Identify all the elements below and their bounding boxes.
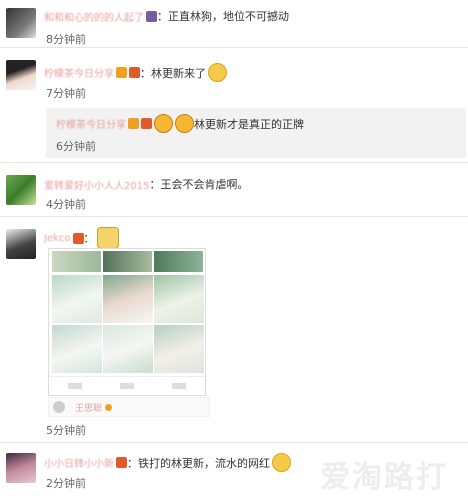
reply-box: 柠檬茶今日分享 林更新才是真正的正牌 6分钟前	[46, 108, 466, 158]
username[interactable]: 爱转爱好小小人人2015	[44, 177, 149, 192]
timestamp: 7分钟前	[46, 87, 86, 100]
member-badge-icon	[146, 10, 157, 22]
vip-badge-icon	[129, 67, 140, 78]
vip-badge-icon	[116, 457, 127, 468]
cat-emoji-icon	[96, 227, 119, 249]
watermark: 爱淘路打	[320, 460, 448, 495]
comment-1: 和和和心的的的人起了 ：正直林狗，地位不可撼动 8分钟前	[0, 0, 468, 46]
laugh-emoji-icon	[154, 114, 173, 133]
avatar[interactable]	[6, 175, 36, 205]
username[interactable]: Jekco	[44, 233, 71, 244]
photo[interactable]	[154, 275, 204, 323]
photo[interactable]	[52, 325, 102, 373]
laugh-emoji-icon	[175, 114, 194, 133]
avatar[interactable]	[6, 60, 36, 90]
photo[interactable]	[52, 275, 102, 323]
share-icon[interactable]	[68, 383, 82, 389]
avatar[interactable]	[6, 229, 36, 259]
username[interactable]: 柠檬茶今日分享	[44, 65, 114, 80]
member-badge-icon	[116, 67, 127, 78]
vip-badge-icon	[72, 232, 84, 244]
photo[interactable]	[154, 251, 203, 272]
photo[interactable]	[103, 275, 153, 323]
avatar[interactable]	[6, 453, 36, 483]
comment-text: 林更新才是真正的正牌	[194, 117, 304, 131]
timestamp: 6分钟前	[56, 140, 96, 153]
like-icon[interactable]	[172, 383, 186, 389]
timestamp: 2分钟前	[46, 477, 86, 490]
profile-card[interactable]: 王思聪	[48, 397, 210, 417]
member-badge-icon	[128, 118, 139, 129]
comment-icon[interactable]	[120, 383, 134, 389]
username[interactable]: 小小日转小小新	[44, 455, 114, 470]
timestamp: 5分钟前	[46, 424, 86, 437]
username[interactable]: 柠檬茶今日分享	[56, 116, 126, 131]
comment-text: ：林更新来了	[140, 66, 206, 80]
vip-badge-icon	[141, 118, 152, 129]
photo[interactable]	[154, 325, 204, 373]
photo[interactable]	[103, 325, 153, 373]
thumbs-emoji-icon	[272, 453, 291, 472]
timestamp: 4分钟前	[46, 198, 86, 211]
username[interactable]: 和和和心的的的人起了	[44, 9, 144, 24]
comment-text: ：正直林狗，地位不可撼动	[157, 10, 289, 23]
comment-2: 柠檬茶今日分享 ：林更新来了 7分钟前	[0, 48, 468, 108]
comment-text: ：	[83, 232, 95, 245]
avatar	[53, 401, 65, 413]
comment-3: 爱转爱好小小人人2015 ：王会不会肯虐啊。 4分钟前	[0, 163, 468, 213]
photo-card[interactable]	[48, 248, 206, 396]
timestamp: 8分钟前	[46, 33, 86, 46]
verified-icon	[105, 403, 113, 411]
photo[interactable]	[103, 251, 152, 272]
avatar[interactable]	[6, 8, 36, 38]
smirk-emoji-icon	[208, 63, 227, 82]
photo[interactable]	[52, 251, 101, 272]
card-username: 王思聪	[75, 403, 103, 414]
comment-text: ：王会不会肯虐啊。	[149, 178, 249, 191]
comment-text: ：铁打的林更新，流水的网红	[127, 456, 270, 470]
